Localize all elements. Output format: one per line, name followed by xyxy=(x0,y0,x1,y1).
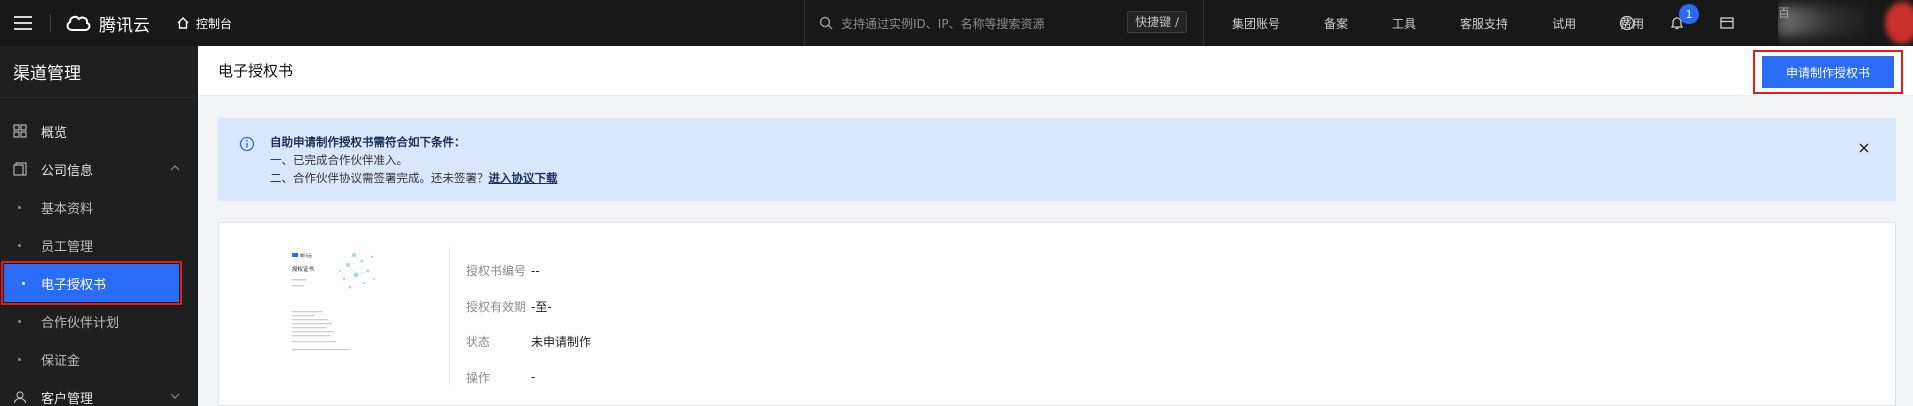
certificate-thumbnail: 腾讯云 授权证书 xyxy=(284,245,384,365)
field-value: 未申请制作 xyxy=(531,335,592,350)
search-icon xyxy=(819,16,833,30)
close-icon[interactable] xyxy=(1858,142,1870,154)
notice-heading: 自助申请制作授权书需符合如下条件： xyxy=(270,135,466,149)
divider xyxy=(449,247,450,385)
user-initial: 百 xyxy=(1778,6,1791,20)
user-menu[interactable]: 百 xyxy=(1778,0,1913,46)
chevron-up-icon xyxy=(170,165,180,171)
sidebar-item-label: 公司信息 xyxy=(41,163,94,179)
field-validity: 授权有效期 -至- xyxy=(466,289,591,325)
shortcut-hint: 快捷键 / xyxy=(1127,11,1187,33)
chevron-down-icon xyxy=(170,393,180,399)
notice-line-2: 二、合作伙伴协议需签署完成。还未签署？ xyxy=(270,171,489,185)
sidebar-item-overview[interactable]: 概览 xyxy=(0,112,198,150)
console-label: 控制台 xyxy=(196,16,233,31)
thumb-brand: 腾讯云 xyxy=(300,252,312,258)
sidebar-item-label: 概览 xyxy=(41,125,68,141)
field-status: 状态 未申请制作 xyxy=(466,324,591,360)
certificate-fields: 授权书编号 -- 授权有效期 -至- 状态 未申请制作 操作 - xyxy=(466,253,591,395)
sidebar-item-e-authorization[interactable]: 电子授权书 xyxy=(1,261,182,305)
home-icon xyxy=(177,17,189,29)
search-input[interactable]: 支持通过实例ID、IP、名称等搜索资源 快捷键 / xyxy=(804,0,1204,46)
user-icon xyxy=(14,391,26,404)
document-icon xyxy=(13,162,27,176)
tool-icon[interactable] xyxy=(1616,12,1638,34)
avatar xyxy=(1885,2,1913,44)
thumb-title: 授权证书 xyxy=(292,265,315,273)
field-label: 状态 xyxy=(466,335,491,350)
notification-badge: 1 xyxy=(1679,4,1699,24)
field-label: 操作 xyxy=(466,370,491,385)
nav-group-account[interactable]: 集团账号 xyxy=(1232,15,1280,32)
nav-tools[interactable]: 工具 xyxy=(1392,15,1416,32)
field-value: -至- xyxy=(531,299,552,314)
sidebar-item-label: 客户管理 xyxy=(41,391,94,406)
notice-banner: 自助申请制作授权书需符合如下条件： 一、已完成合作伙伴准入。 二、合作伙伴协议需… xyxy=(218,118,1896,201)
user-name-blurred xyxy=(1778,6,1868,36)
field-label: 授权书编号 xyxy=(466,264,527,279)
sidebar-item-deposit[interactable]: 保证金 xyxy=(0,340,198,378)
notice-line-1: 一、已完成合作伙伴准入。 xyxy=(270,153,408,167)
sidebar-item-partner-plan[interactable]: 合作伙伴计划 xyxy=(0,302,198,340)
field-value: - xyxy=(531,370,536,385)
page-title: 电子授权书 xyxy=(218,62,294,80)
top-bar: 腾讯云 控制台 支持通过实例ID、IP、名称等搜索资源 快捷键 / 集团账号 备… xyxy=(0,0,1913,46)
sidebar: 渠道管理 概览 公司信息 基本资料 员工管理 电子授权书 合作伙伴计划 保证金 … xyxy=(0,46,198,406)
apply-button-highlight: 申请制作授权书 xyxy=(1753,50,1903,94)
agreement-download-link[interactable]: 进入协议下载 xyxy=(489,171,558,185)
top-nav: 集团账号 备案 工具 客服支持 试用 费用 xyxy=(1210,0,1666,46)
nav-trial[interactable]: 试用 xyxy=(1552,15,1576,32)
cloud-logo-icon xyxy=(66,15,91,31)
sidebar-item-basic-info[interactable]: 基本资料 xyxy=(0,188,198,226)
certificate-card: 腾讯云 授权证书 授权书编号 -- 授权有效期 -至- 状态 未申请制作 操作 … xyxy=(218,222,1896,406)
nav-icp[interactable]: 备案 xyxy=(1324,15,1348,32)
divider xyxy=(50,14,51,32)
field-action: 操作 - xyxy=(466,360,591,396)
nav-support[interactable]: 客服支持 xyxy=(1460,15,1508,32)
field-label: 授权有效期 xyxy=(466,299,527,314)
sidebar-title: 渠道管理 xyxy=(0,46,198,98)
main-content: 电子授权书 申请制作授权书 自助申请制作授权书需符合如下条件： 一、已完成合作伙… xyxy=(198,46,1913,406)
sidebar-item-staff[interactable]: 员工管理 xyxy=(0,226,198,264)
search-placeholder: 支持通过实例ID、IP、名称等搜索资源 xyxy=(841,16,1045,31)
brand-logo[interactable]: 腾讯云 xyxy=(65,11,150,36)
field-value: -- xyxy=(531,263,540,278)
field-cert-number: 授权书编号 -- xyxy=(466,253,591,289)
apply-authorization-button[interactable]: 申请制作授权书 xyxy=(1762,56,1894,88)
console-link[interactable]: 控制台 xyxy=(176,15,232,32)
grid-icon xyxy=(13,124,27,138)
info-icon xyxy=(239,136,255,152)
brand-name: 腾讯云 xyxy=(99,15,150,36)
menu-icon[interactable] xyxy=(0,0,46,46)
ticket-icon[interactable] xyxy=(1716,12,1738,34)
page-header: 电子授权书 申请制作授权书 xyxy=(198,46,1913,96)
sidebar-item-customer-mgmt[interactable]: 客户管理 xyxy=(0,378,198,406)
sidebar-item-company-info[interactable]: 公司信息 xyxy=(0,150,198,188)
